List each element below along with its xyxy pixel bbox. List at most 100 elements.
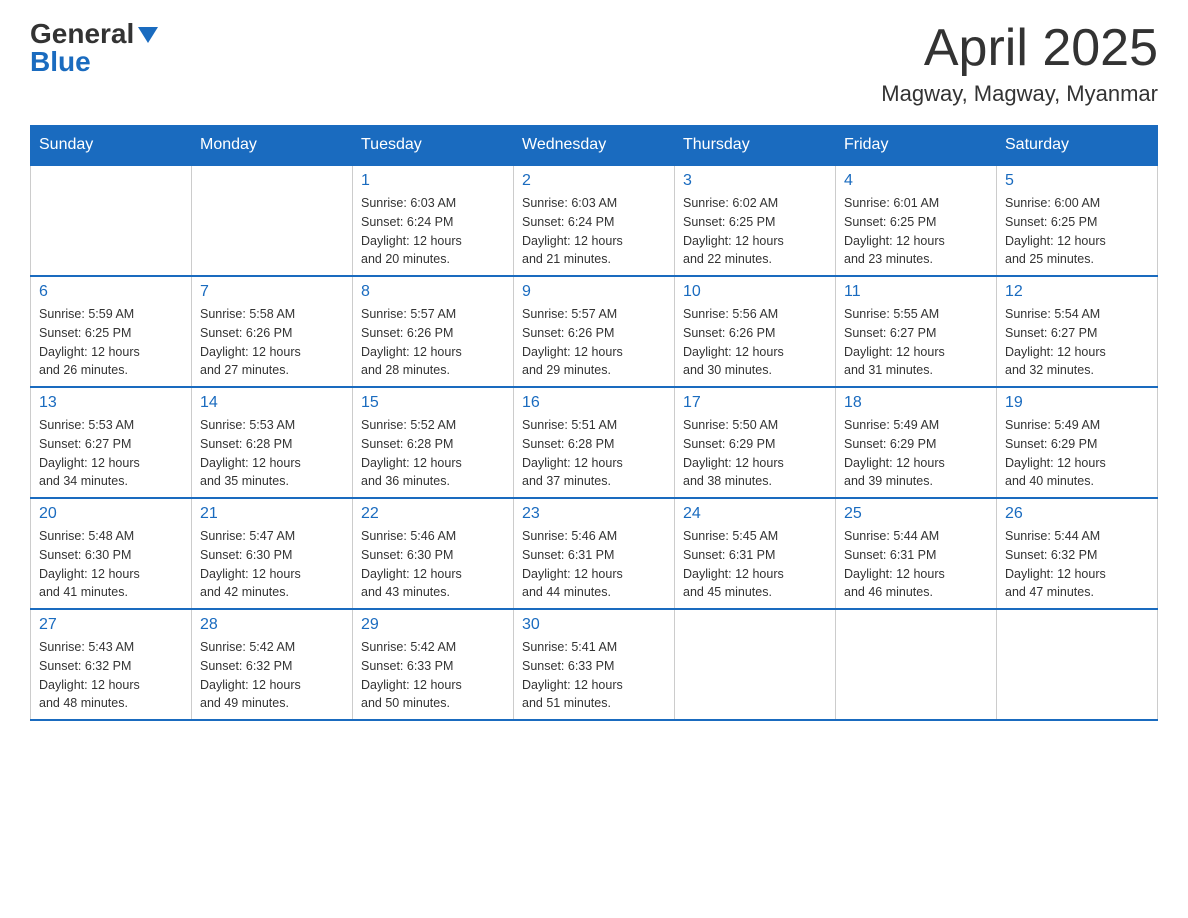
day-info: Sunrise: 5:50 AMSunset: 6:29 PMDaylight:… — [683, 416, 827, 491]
day-number: 20 — [39, 505, 183, 523]
day-number: 6 — [39, 283, 183, 301]
logo-text: General — [30, 20, 158, 48]
day-info: Sunrise: 6:03 AMSunset: 6:24 PMDaylight:… — [522, 194, 666, 269]
calendar-week-row: 27 Sunrise: 5:43 AMSunset: 6:32 PMDayligh… — [31, 609, 1158, 720]
day-info: Sunrise: 5:45 AMSunset: 6:31 PMDaylight:… — [683, 527, 827, 602]
calendar-week-row: 20Sunrise: 5:48 AMSunset: 6:30 PMDayligh… — [31, 498, 1158, 609]
calendar-day-header: Friday — [836, 126, 997, 166]
day-number: 22 — [361, 505, 505, 523]
calendar-day-header: Saturday — [997, 126, 1158, 166]
title-block: April 2025 Magway, Magway, Myanmar — [881, 20, 1158, 107]
calendar-cell: 15Sunrise: 5:52 AMSunset: 6:28 PMDayligh… — [353, 387, 514, 498]
day-number: 4 — [844, 172, 988, 190]
logo-blue: Blue — [30, 48, 91, 76]
day-number: 25 — [844, 505, 988, 523]
day-info: Sunrise: 5:57 AMSunset: 6:26 PMDaylight:… — [522, 305, 666, 380]
day-info: Sunrise: 5:57 AMSunset: 6:26 PMDaylight:… — [361, 305, 505, 380]
day-number: 26 — [1005, 505, 1149, 523]
day-number: 24 — [683, 505, 827, 523]
calendar-cell: 9 Sunrise: 5:57 AMSunset: 6:26 PMDaylight… — [514, 276, 675, 387]
calendar-cell — [997, 609, 1158, 720]
calendar-cell: 20Sunrise: 5:48 AMSunset: 6:30 PMDayligh… — [31, 498, 192, 609]
day-number: 9 — [522, 283, 666, 301]
day-number: 1 — [361, 172, 505, 190]
day-number: 3 — [683, 172, 827, 190]
calendar-day-header: Sunday — [31, 126, 192, 166]
day-info: Sunrise: 5:49 AMSunset: 6:29 PMDaylight:… — [844, 416, 988, 491]
day-number: 18 — [844, 394, 988, 412]
calendar-cell: 21Sunrise: 5:47 AMSunset: 6:30 PMDayligh… — [192, 498, 353, 609]
calendar-day-header: Monday — [192, 126, 353, 166]
calendar-cell: 14Sunrise: 5:53 AMSunset: 6:28 PMDayligh… — [192, 387, 353, 498]
calendar-cell — [31, 165, 192, 276]
day-number: 23 — [522, 505, 666, 523]
day-info: Sunrise: 6:00 AMSunset: 6:25 PMDaylight:… — [1005, 194, 1149, 269]
day-number: 14 — [200, 394, 344, 412]
day-info: Sunrise: 5:43 AMSunset: 6:32 PMDaylight:… — [39, 638, 183, 713]
day-number: 28 — [200, 616, 344, 634]
day-info: Sunrise: 5:42 AMSunset: 6:33 PMDaylight:… — [361, 638, 505, 713]
calendar-cell: 24 Sunrise: 5:45 AMSunset: 6:31 PMDayligh… — [675, 498, 836, 609]
calendar-cell: 17 Sunrise: 5:50 AMSunset: 6:29 PMDayligh… — [675, 387, 836, 498]
day-number: 27 — [39, 616, 183, 634]
calendar-cell: 28 Sunrise: 5:42 AMSunset: 6:32 PMDayligh… — [192, 609, 353, 720]
calendar-cell — [192, 165, 353, 276]
day-number: 13 — [39, 394, 183, 412]
day-number: 2 — [522, 172, 666, 190]
calendar-cell: 29 Sunrise: 5:42 AMSunset: 6:33 PMDayligh… — [353, 609, 514, 720]
calendar-cell: 27 Sunrise: 5:43 AMSunset: 6:32 PMDayligh… — [31, 609, 192, 720]
day-info: Sunrise: 5:49 AMSunset: 6:29 PMDaylight:… — [1005, 416, 1149, 491]
calendar-cell: 23 Sunrise: 5:46 AMSunset: 6:31 PMDayligh… — [514, 498, 675, 609]
calendar-day-header: Thursday — [675, 126, 836, 166]
calendar-cell: 6 Sunrise: 5:59 AMSunset: 6:25 PMDaylight… — [31, 276, 192, 387]
calendar-cell: 12Sunrise: 5:54 AMSunset: 6:27 PMDayligh… — [997, 276, 1158, 387]
calendar-cell: 7Sunrise: 5:58 AMSunset: 6:26 PMDaylight… — [192, 276, 353, 387]
calendar-cell — [836, 609, 997, 720]
page-header: General Blue April 2025 Magway, Magway, … — [30, 20, 1158, 107]
day-info: Sunrise: 6:02 AMSunset: 6:25 PMDaylight:… — [683, 194, 827, 269]
day-number: 21 — [200, 505, 344, 523]
day-info: Sunrise: 5:53 AMSunset: 6:27 PMDaylight:… — [39, 416, 183, 491]
day-info: Sunrise: 5:42 AMSunset: 6:32 PMDaylight:… — [200, 638, 344, 713]
calendar-table: SundayMondayTuesdayWednesdayThursdayFrid… — [30, 125, 1158, 721]
logo: General Blue — [30, 20, 158, 76]
day-number: 17 — [683, 394, 827, 412]
calendar-day-header: Tuesday — [353, 126, 514, 166]
calendar-title: April 2025 — [881, 20, 1158, 77]
day-number: 29 — [361, 616, 505, 634]
day-number: 8 — [361, 283, 505, 301]
calendar-day-header: Wednesday — [514, 126, 675, 166]
calendar-cell: 18 Sunrise: 5:49 AMSunset: 6:29 PMDayligh… — [836, 387, 997, 498]
calendar-cell: 19Sunrise: 5:49 AMSunset: 6:29 PMDayligh… — [997, 387, 1158, 498]
day-info: Sunrise: 5:52 AMSunset: 6:28 PMDaylight:… — [361, 416, 505, 491]
day-info: Sunrise: 5:44 AMSunset: 6:32 PMDaylight:… — [1005, 527, 1149, 602]
calendar-week-row: 13 Sunrise: 5:53 AMSunset: 6:27 PMDayligh… — [31, 387, 1158, 498]
calendar-header-row: SundayMondayTuesdayWednesdayThursdayFrid… — [31, 126, 1158, 166]
day-number: 30 — [522, 616, 666, 634]
calendar-cell: 5 Sunrise: 6:00 AMSunset: 6:25 PMDaylight… — [997, 165, 1158, 276]
calendar-cell: 4 Sunrise: 6:01 AMSunset: 6:25 PMDaylight… — [836, 165, 997, 276]
calendar-cell — [675, 609, 836, 720]
day-info: Sunrise: 6:03 AMSunset: 6:24 PMDaylight:… — [361, 194, 505, 269]
day-number: 16 — [522, 394, 666, 412]
calendar-cell: 1 Sunrise: 6:03 AMSunset: 6:24 PMDaylight… — [353, 165, 514, 276]
day-number: 11 — [844, 283, 988, 301]
calendar-cell: 26 Sunrise: 5:44 AMSunset: 6:32 PMDayligh… — [997, 498, 1158, 609]
calendar-week-row: 1 Sunrise: 6:03 AMSunset: 6:24 PMDaylight… — [31, 165, 1158, 276]
day-info: Sunrise: 5:58 AMSunset: 6:26 PMDaylight:… — [200, 305, 344, 380]
day-info: Sunrise: 5:51 AMSunset: 6:28 PMDaylight:… — [522, 416, 666, 491]
calendar-cell: 8 Sunrise: 5:57 AMSunset: 6:26 PMDaylight… — [353, 276, 514, 387]
day-info: Sunrise: 5:46 AMSunset: 6:31 PMDaylight:… — [522, 527, 666, 602]
calendar-cell: 3 Sunrise: 6:02 AMSunset: 6:25 PMDaylight… — [675, 165, 836, 276]
calendar-cell: 16 Sunrise: 5:51 AMSunset: 6:28 PMDayligh… — [514, 387, 675, 498]
day-number: 5 — [1005, 172, 1149, 190]
day-info: Sunrise: 5:59 AMSunset: 6:25 PMDaylight:… — [39, 305, 183, 380]
day-number: 12 — [1005, 283, 1149, 301]
calendar-cell: 10Sunrise: 5:56 AMSunset: 6:26 PMDayligh… — [675, 276, 836, 387]
calendar-cell: 30Sunrise: 5:41 AMSunset: 6:33 PMDayligh… — [514, 609, 675, 720]
day-info: Sunrise: 5:46 AMSunset: 6:30 PMDaylight:… — [361, 527, 505, 602]
calendar-subtitle: Magway, Magway, Myanmar — [881, 81, 1158, 107]
day-info: Sunrise: 6:01 AMSunset: 6:25 PMDaylight:… — [844, 194, 988, 269]
logo-general: General — [30, 18, 134, 49]
calendar-cell: 11Sunrise: 5:55 AMSunset: 6:27 PMDayligh… — [836, 276, 997, 387]
